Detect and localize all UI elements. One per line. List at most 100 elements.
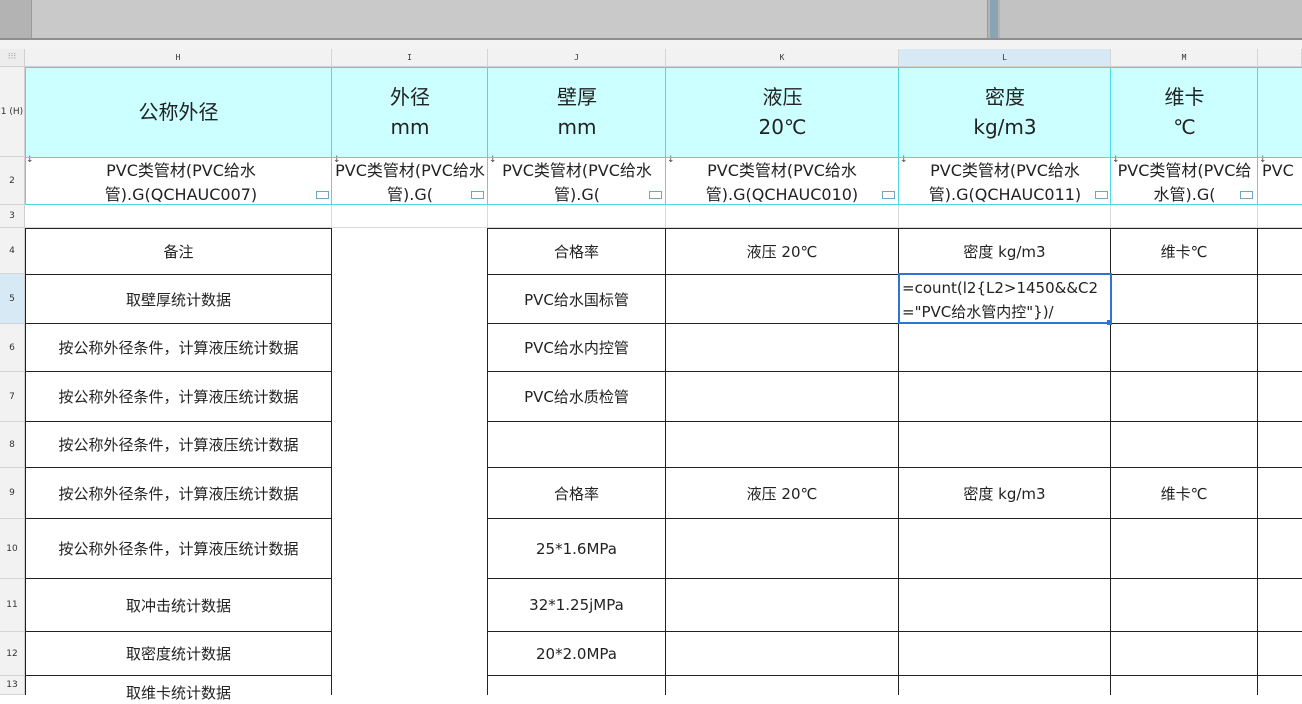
cell-K9[interactable]: 液压 20℃ [666, 468, 898, 518]
cell-H9[interactable]: 按公称外径条件，计算液压统计数据 [26, 468, 331, 518]
field-cell-I[interactable]: PVC类管材(PVC给水管).G( [334, 159, 486, 204]
expand-box-icon[interactable] [471, 191, 484, 199]
cell-editor-L5[interactable]: =count(l2{L2>1450&&C2="PVC给水管内控"})/ [898, 273, 1112, 324]
col-header-K[interactable]: K [666, 49, 899, 67]
row-header-10[interactable]: 10 [0, 519, 25, 579]
expand-box-icon[interactable] [316, 191, 329, 199]
expand-box-icon[interactable] [649, 191, 662, 199]
gridline [1110, 205, 1111, 228]
cell-J6[interactable]: PVC给水内控管 [488, 324, 665, 371]
header-cell-I[interactable]: 外径 mm [332, 67, 488, 157]
header-border [25, 67, 26, 205]
cell-H8[interactable]: 按公称外径条件，计算液压统计数据 [26, 422, 331, 467]
page-area-right [1000, 0, 1302, 38]
field-cell-K[interactable]: PVC类管材(PVC给水管).G(QCHAUC010) [672, 159, 892, 204]
header-text: 密度 [985, 85, 1025, 109]
expand-box-icon[interactable] [1240, 191, 1253, 199]
cell-H6[interactable]: 按公称外径条件，计算液压统计数据 [26, 324, 331, 371]
cell-J10[interactable]: 25*1.6MPa [488, 519, 665, 578]
header-border [331, 67, 332, 205]
cell-L4[interactable]: 密度 kg/m3 [899, 229, 1110, 274]
cell-J9[interactable]: 合格率 [488, 468, 665, 518]
gridline [898, 205, 899, 228]
row-header-6[interactable]: 6 [0, 324, 25, 372]
row-header-12[interactable]: 12 [0, 632, 25, 676]
row-header-1[interactable]: 1 (H) [0, 67, 25, 157]
cell-H7[interactable]: 按公称外径条件，计算液压统计数据 [26, 372, 331, 421]
cell-K4[interactable]: 液压 20℃ [666, 229, 898, 274]
header-border [487, 67, 488, 205]
header-text: 壁厚 [557, 85, 597, 109]
row-header-7[interactable]: 7 [0, 372, 25, 422]
header-cell-M[interactable]: 维卡 ℃ [1111, 67, 1258, 157]
header-border [665, 67, 666, 205]
page-area [31, 0, 988, 38]
cell-L9[interactable]: 密度 kg/m3 [899, 468, 1110, 518]
row-header-3[interactable]: 3 [0, 205, 25, 228]
row-header-13[interactable]: 13 [0, 676, 25, 695]
header-cell-L[interactable]: 密度 kg/m3 [899, 67, 1111, 157]
field-cell-H[interactable]: PVC类管材(PVC给水管).G(QCHAUC007) [40, 159, 322, 204]
header-cell-N[interactable] [1258, 67, 1302, 157]
header-unit: ℃ [1173, 115, 1196, 139]
gridline [331, 205, 332, 228]
cell-H4[interactable]: 备注 [26, 229, 331, 274]
header-text: 液压 [762, 85, 803, 109]
header-cell-K[interactable]: 液压 20℃ [666, 67, 899, 157]
col-header-L[interactable]: L [899, 49, 1111, 67]
cell-J4[interactable]: 合格率 [488, 229, 665, 274]
header-border [898, 67, 899, 205]
col-header-J[interactable]: J [488, 49, 666, 67]
row-header-11[interactable]: 11 [0, 579, 25, 632]
field-cell-M[interactable]: PVC类管材(PVC给水管).G( [1112, 159, 1257, 204]
expand-box-icon[interactable] [882, 191, 895, 199]
cell-M9[interactable]: 维卡℃ [1111, 468, 1257, 518]
table-border [487, 421, 1302, 422]
field-cell-L[interactable]: PVC类管材(PVC给水管).G(QCHAUC011) [904, 159, 1106, 204]
col-header-I[interactable]: I [332, 49, 488, 67]
cell-J5[interactable]: PVC给水国标管 [488, 275, 665, 323]
gridline [665, 205, 666, 228]
row-header-8[interactable]: 8 [0, 422, 25, 468]
cell-H11[interactable]: 取冲击统计数据 [26, 579, 331, 631]
header-text: 公称外径 [138, 100, 219, 124]
row-header-5[interactable]: 5 [0, 274, 25, 324]
row-header-2[interactable]: 2 [0, 157, 25, 205]
field-cell-J[interactable]: PVC类管材(PVC给水管).G( [490, 159, 664, 204]
gridline [487, 205, 488, 228]
table-border [665, 228, 666, 695]
page-divider-handle[interactable] [990, 0, 998, 40]
table-border [1257, 228, 1258, 695]
cell-H12[interactable]: 取密度统计数据 [26, 632, 331, 675]
cell-H10[interactable]: 按公称外径条件，计算液压统计数据 [26, 519, 331, 578]
cell-J7[interactable]: PVC给水质检管 [488, 372, 665, 421]
header-unit: kg/m3 [973, 115, 1037, 139]
row-header-9[interactable]: 9 [0, 468, 25, 519]
cell-J11[interactable]: 32*1.25jMPa [488, 579, 665, 631]
field-cell-N[interactable]: PVC [1262, 159, 1302, 204]
col-header-H[interactable]: H [25, 49, 332, 67]
header-unit: mm [557, 115, 597, 139]
table-border [487, 675, 1302, 676]
select-all-corner[interactable]: ⁝⁝⁝ [0, 49, 25, 67]
expand-box-icon[interactable] [1095, 191, 1108, 199]
toolbar-gap [0, 40, 1302, 49]
table-border [331, 228, 332, 695]
header-unit: 20℃ [758, 115, 807, 139]
header-cell-J[interactable]: 壁厚 mm [488, 67, 666, 157]
gridline [1257, 205, 1258, 228]
cell-J12[interactable]: 20*2.0MPa [488, 632, 665, 675]
header-border [1257, 67, 1258, 205]
cell-H5[interactable]: 取壁厚统计数据 [26, 275, 331, 323]
col-header-M[interactable]: M [1111, 49, 1258, 67]
document-page-strip [0, 0, 1302, 40]
cell-H13[interactable]: 取维卡统计数据 [26, 676, 331, 704]
col-header-N[interactable] [1258, 49, 1302, 67]
header-text: 外径 [390, 85, 430, 109]
header-border [1110, 67, 1111, 205]
row-header-4[interactable]: 4 [0, 228, 25, 274]
header-text: 维卡 [1164, 85, 1205, 109]
header-cell-H[interactable]: 公称外径 [25, 67, 332, 157]
cell-M4[interactable]: 维卡℃ [1111, 229, 1257, 274]
fill-handle[interactable] [1107, 320, 1112, 325]
